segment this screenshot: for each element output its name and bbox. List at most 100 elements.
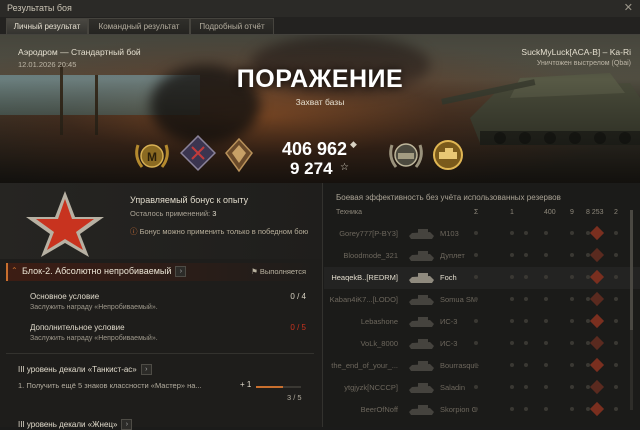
stat-dot-icon: [524, 297, 528, 301]
player-name: SuckMyLuck[ACA-B] – Ka-Ri: [521, 47, 631, 57]
efficiency-row[interactable]: the_end_of_your_... Bourrasque: [324, 355, 640, 377]
damage-icon: [589, 357, 605, 373]
stat-dot-icon: [614, 319, 618, 323]
stat-dot-icon: [570, 407, 574, 411]
stat-dot-icon: [544, 297, 548, 301]
efficiency-row[interactable]: BeerOfNoff Skorpion G: [324, 399, 640, 421]
stat-dot-icon: [524, 341, 528, 345]
rank-badge-icon[interactable]: [222, 135, 256, 175]
efficiency-table-header: Техника Σ 1 400 9 8 253 2: [324, 209, 640, 221]
tank-silhouette-icon: [409, 405, 434, 415]
coin-icon: ◆: [350, 139, 357, 149]
decal-ace-plus: + 1: [240, 380, 252, 389]
stat-dot-icon: [544, 275, 548, 279]
efficiency-row[interactable]: VoLk_8000 ИС-3: [324, 333, 640, 355]
row-tank-name: ИС-3: [440, 317, 458, 326]
details-arrow-icon[interactable]: ›: [175, 266, 187, 277]
stat-dot-icon: [524, 253, 528, 257]
stat-dot-icon: [614, 231, 618, 235]
stat-dot-icon: [510, 275, 514, 279]
decal-ace-progress: 3 / 5: [287, 393, 302, 402]
stat-dot-icon: [524, 231, 528, 235]
tab-personal-result[interactable]: Личный результат: [6, 18, 88, 34]
decal-ace-title: III уровень декали «Танкист-ас» ›: [18, 364, 152, 375]
efficiency-panel: Боевая эффективность без учёта использов…: [324, 183, 640, 427]
efficiency-row[interactable]: Gorey777[P-BY3] M103: [324, 223, 640, 245]
xp-bonus-title: Управляемый бонус к опыту: [130, 195, 249, 205]
details-arrow-icon[interactable]: ›: [121, 419, 133, 430]
stat-dot-icon: [614, 385, 618, 389]
xp-bonus-uses-label: Осталось применений:: [130, 209, 211, 218]
battle-result-title: ПОРАЖЕНИЕ: [236, 65, 404, 93]
details-arrow-icon[interactable]: ›: [140, 364, 152, 375]
stat-dot-icon: [544, 231, 548, 235]
damage-icon: [589, 313, 605, 329]
row-player-name: Lebashone: [360, 317, 398, 326]
tab-detailed-report[interactable]: Подробный отчёт: [190, 18, 274, 34]
red-star-icon: [26, 191, 104, 257]
stat-dot-icon: [474, 319, 478, 323]
stat-dot-icon: [510, 407, 514, 411]
stat-dot-icon: [474, 297, 478, 301]
row-player-name: the_end_of_your_...: [331, 361, 398, 370]
stat-dot-icon: [524, 319, 528, 323]
stat-dot-icon: [570, 385, 574, 389]
stat-dot-icon: [474, 363, 478, 367]
stat-dot-icon: [570, 363, 574, 367]
stat-dot-icon: [544, 363, 548, 367]
stat-dot-icon: [570, 319, 574, 323]
decal-ace-title-text: III уровень декали «Танкист-ас»: [18, 365, 137, 374]
xp-bonus-note-text: Бонус можно применить только в победном …: [139, 227, 309, 236]
row-player-name: VoLk_8000: [360, 339, 398, 348]
damage-icon: [589, 291, 605, 307]
tank-silhouette-icon: [409, 339, 434, 349]
col-8253: 8 253: [586, 209, 604, 216]
tab-team-result[interactable]: Командный результат: [88, 18, 190, 34]
row-tank-name: Дуплет: [440, 251, 465, 260]
extra-condition-desc: Заслужить награду «Непробиваемый».: [30, 335, 158, 342]
extra-condition-title: Дополнительное условие: [30, 323, 125, 332]
efficiency-row[interactable]: Kaban4iK7...[LODO] Somua SM: [324, 289, 640, 311]
stat-dot-icon: [474, 341, 478, 345]
main-condition-desc: Заслужить награду «Непробиваемый».: [30, 304, 158, 311]
window-title: Результаты боя: [7, 3, 72, 13]
mission-name-text: Блок-2. Абсолютно непробиваемый: [22, 266, 172, 276]
close-icon[interactable]: ✕: [624, 1, 633, 14]
row-player-name: Bloodmode_321: [343, 251, 398, 260]
stat-dot-icon: [510, 319, 514, 323]
gold-tank-medal-icon[interactable]: [428, 135, 468, 175]
stat-dot-icon: [570, 297, 574, 301]
stat-dot-icon: [524, 385, 528, 389]
mastery-badge-icon[interactable]: M: [132, 135, 172, 175]
left-panel: Управляемый бонус к опыту Осталось приме…: [0, 183, 323, 430]
efficiency-row[interactable]: Bloodmode_321 Дуплет: [324, 245, 640, 267]
collapse-arrow-icon[interactable]: ⌃: [11, 266, 18, 275]
row-tank-name: Skorpion G: [440, 405, 478, 414]
tank-expert-medal-icon[interactable]: [386, 135, 426, 175]
efficiency-row[interactable]: HeaqekB..[REDRM] Foch: [324, 267, 640, 289]
row-player-name: Gorey777[P-BY3]: [339, 229, 398, 238]
stat-dot-icon: [544, 385, 548, 389]
stat-dot-icon: [474, 231, 478, 235]
damage-icon: [589, 269, 605, 285]
decal-reaper-title-text: III уровень декали «Жнец»: [18, 420, 118, 429]
stat-dot-icon: [510, 231, 514, 235]
main-condition-title: Основное условие: [30, 292, 100, 301]
scrollbar-thumb[interactable]: [630, 210, 633, 330]
stat-dot-icon: [474, 275, 478, 279]
row-tank-name: Saladin: [440, 383, 466, 392]
achievement-medal-icon[interactable]: [180, 135, 216, 175]
battle-result-reason: Захват базы: [295, 97, 345, 107]
decal-reaper-title: III уровень декали «Жнец» ›: [18, 419, 133, 430]
row-tank-name: Bourrasque: [440, 361, 479, 370]
credits-earned: 406 962: [282, 139, 348, 159]
efficiency-row[interactable]: Lebashone ИС-3: [324, 311, 640, 333]
stat-dot-icon: [570, 341, 574, 345]
divider: [6, 353, 314, 354]
efficiency-title: Боевая эффективность без учёта использов…: [336, 193, 561, 202]
mission-status-text: Выполняется: [259, 267, 306, 276]
mission-header[interactable]: ⌃ Блок-2. Абсолютно непробиваемый › ⚑ Вып…: [6, 263, 316, 281]
damage-icon: [589, 247, 605, 263]
efficiency-row[interactable]: ytgjyzk[NCCCP] Saladin: [324, 377, 640, 399]
scrollbar[interactable]: [630, 210, 633, 410]
